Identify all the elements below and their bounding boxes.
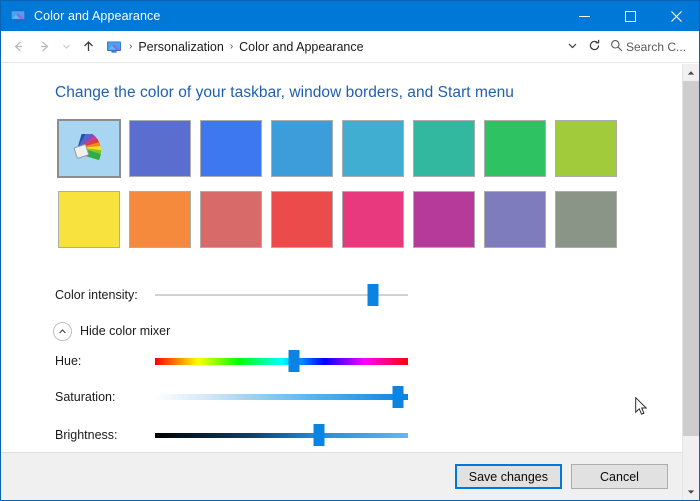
- breadcrumb-separator-0[interactable]: ›: [126, 41, 135, 52]
- color-intensity-row: Color intensity:: [1, 280, 682, 310]
- swatch-teal[interactable]: [413, 120, 475, 177]
- window-title: Color and Appearance: [34, 9, 161, 23]
- close-button[interactable]: [653, 1, 699, 31]
- color-and-appearance-window: Color and Appearance › Personalization ›…: [0, 0, 700, 501]
- hue-track[interactable]: [155, 357, 408, 365]
- up-button[interactable]: [75, 34, 101, 60]
- swatch-pink[interactable]: [342, 191, 404, 248]
- breadcrumb-item-color-and-appearance[interactable]: Color and Appearance: [236, 39, 366, 55]
- color-swatch-grid: [1, 102, 682, 262]
- swatch-orange[interactable]: [129, 191, 191, 248]
- display-monitor-icon: [10, 8, 26, 24]
- saturation-track[interactable]: [155, 394, 408, 400]
- control-panel-icon: [106, 39, 122, 55]
- chevron-up-icon: [53, 321, 72, 341]
- address-bar: › Personalization › Color and Appearance…: [1, 31, 699, 63]
- swatch-blue[interactable]: [200, 120, 262, 177]
- recent-locations-chevron-icon[interactable]: [57, 34, 75, 60]
- scrollbar-thumb[interactable]: [683, 81, 699, 436]
- brightness-track[interactable]: [155, 432, 408, 438]
- swatch-purple[interactable]: [484, 191, 546, 248]
- hue-row: Hue:: [1, 346, 682, 376]
- swatch-light-blue[interactable]: [342, 120, 404, 177]
- swatch-red[interactable]: [271, 191, 333, 248]
- hide-color-mixer-label: Hide color mixer: [80, 324, 171, 338]
- color-intensity-thumb[interactable]: [367, 284, 379, 306]
- color-intensity-label: Color intensity:: [55, 288, 138, 302]
- back-button[interactable]: [5, 34, 31, 60]
- saturation-label: Saturation:: [55, 390, 116, 404]
- brightness-thumb[interactable]: [313, 424, 325, 446]
- caption-buttons: [561, 1, 699, 31]
- address-dropdown-chevron-icon[interactable]: [561, 40, 583, 54]
- saturation-slider[interactable]: [155, 386, 408, 408]
- swatch-yellow[interactable]: [58, 191, 120, 248]
- forward-button[interactable]: [31, 34, 57, 60]
- maximize-button[interactable]: [607, 1, 653, 31]
- breadcrumb-separator-1[interactable]: ›: [227, 41, 236, 52]
- breadcrumb[interactable]: › Personalization › Color and Appearance: [103, 36, 557, 58]
- swatch-sage-gray[interactable]: [555, 191, 617, 248]
- content-area: Change the color of your taskbar, window…: [1, 64, 699, 500]
- brightness-row: Brightness:: [1, 420, 682, 450]
- swatch-green[interactable]: [484, 120, 546, 177]
- breadcrumb-item-personalization[interactable]: Personalization: [135, 39, 226, 55]
- swatch-indigo[interactable]: [129, 120, 191, 177]
- title-bar[interactable]: Color and Appearance: [1, 1, 699, 31]
- hue-label: Hue:: [55, 354, 82, 368]
- dialog-footer: Save changes Cancel: [1, 452, 682, 500]
- refresh-icon[interactable]: [583, 39, 605, 55]
- search-input[interactable]: Search C...: [605, 36, 693, 58]
- page-title: Change the color of your taskbar, window…: [55, 84, 514, 101]
- scroll-up-arrow-icon[interactable]: [683, 64, 699, 81]
- search-icon: [606, 39, 626, 55]
- vertical-scrollbar[interactable]: [682, 64, 699, 500]
- save-changes-button[interactable]: Save changes: [454, 464, 562, 489]
- scroll-down-arrow-icon[interactable]: [683, 483, 699, 500]
- swatch-salmon[interactable]: [200, 191, 262, 248]
- minimize-button[interactable]: [561, 1, 607, 31]
- color-fan-icon: [70, 129, 108, 164]
- cancel-button[interactable]: Cancel: [571, 464, 668, 489]
- brightness-label: Brightness:: [55, 428, 118, 442]
- swatch-sky-blue[interactable]: [271, 120, 333, 177]
- scrollable-content: Change the color of your taskbar, window…: [1, 64, 682, 452]
- color-intensity-slider[interactable]: [155, 284, 408, 306]
- hide-color-mixer-button[interactable]: Hide color mixer: [1, 316, 682, 346]
- hue-slider[interactable]: [155, 350, 408, 372]
- hue-thumb[interactable]: [288, 350, 300, 372]
- swatch-custom-color-picker[interactable]: [57, 119, 121, 178]
- saturation-row: Saturation:: [1, 382, 682, 412]
- search-placeholder-text: Search C...: [626, 39, 687, 54]
- saturation-thumb[interactable]: [392, 386, 404, 408]
- swatch-magenta[interactable]: [413, 191, 475, 248]
- swatch-lime-green[interactable]: [555, 120, 617, 177]
- brightness-slider[interactable]: [155, 424, 408, 446]
